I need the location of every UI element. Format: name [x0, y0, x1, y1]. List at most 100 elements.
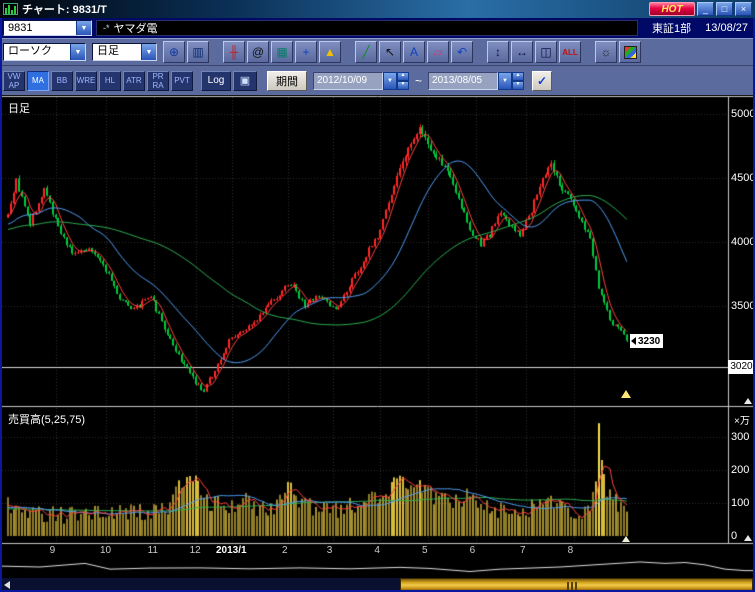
date-to-value: 2013/08/05 [428, 72, 498, 90]
panel-label: 日足 [8, 100, 30, 116]
scroll-left-icon[interactable] [4, 581, 10, 589]
month-axis-tick: 2013/1 [216, 545, 247, 556]
indicator-bar: VW APMABBWREHLATRPR RAPVT Log ▣ 期間 2012/… [0, 66, 755, 95]
timeframe-value: 日足 [93, 44, 141, 60]
hot-button[interactable]: HOT [649, 2, 695, 16]
pra-button[interactable]: PR RA [147, 71, 169, 91]
palette-icon[interactable] [619, 41, 641, 63]
compare-icon[interactable]: ╫ [223, 41, 245, 63]
chevron-down-icon[interactable]: ▼ [383, 72, 397, 90]
market-label: 東証1部 [652, 20, 691, 36]
alert-icon[interactable]: ▲ [319, 41, 341, 63]
snapshot-icon[interactable]: ▣ [233, 71, 257, 91]
volume-axis-tick: 0 [731, 530, 737, 542]
timeframe-combo[interactable]: 日足 ▼ [92, 43, 157, 61]
ticker-combo[interactable]: 9831 ▼ [3, 20, 92, 36]
date-to-spinner[interactable]: ▲▼ [512, 72, 524, 90]
ticker-value: 9831 [4, 21, 76, 35]
vwap-button[interactable]: VW AP [3, 71, 25, 91]
log-button[interactable]: Log [201, 71, 231, 91]
quote-bar: 9831 ▼ -* ヤマダ電 東証1部 13/08/27 [0, 18, 755, 38]
window-title: チャート: 9831/T [22, 1, 107, 17]
hline-value-label: 3020 [728, 360, 755, 374]
last-price-value: 3230 [638, 336, 660, 347]
month-axis-tick: 8 [568, 545, 574, 556]
volume-axis-tick: 200 [731, 464, 749, 476]
bb-button[interactable]: BB [51, 71, 73, 91]
zoom-icon[interactable]: ⊕ [163, 41, 185, 63]
volume-label: 売買高(5,25,75) [8, 411, 85, 427]
titlebar: チャート: 9831/T HOT _ □ × [0, 0, 755, 18]
month-axis-tick: 2 [282, 545, 288, 556]
app-icon [3, 3, 18, 15]
range-tilde: ~ [415, 74, 422, 88]
month-axis-tick: 5 [422, 545, 428, 556]
stock-name-strip: -* ヤマダ電 [96, 20, 638, 36]
text-tool-icon[interactable]: A [403, 41, 425, 63]
month-axis-tick: 4 [374, 545, 380, 556]
month-axis-tick: 9 [50, 545, 56, 556]
price-axis-tick: 5000 [731, 108, 755, 120]
month-axis-tick: 11 [148, 545, 158, 556]
last-price-marker: 3230 [630, 334, 663, 348]
name-prefix: -* [103, 23, 110, 33]
toolbar: ローソク ▼ 日足 ▼ ⊕▥ ╫@▦+▲ ╱↖A▱↶ ↕↔◫ALL ☼ [0, 38, 755, 66]
chevron-down-icon[interactable]: ▼ [141, 44, 156, 60]
all-button[interactable]: ALL [559, 41, 581, 63]
chart-window: チャート: 9831/T HOT _ □ × 9831 ▼ -* ヤマダ電 東証… [0, 0, 755, 592]
date-from-field[interactable]: 2012/10/09 ▼ ▲▼ [313, 72, 409, 90]
date-to-field[interactable]: 2013/08/05 ▼ ▲▼ [428, 72, 524, 90]
minimize-button[interactable]: _ [697, 2, 714, 16]
axis-scroll-up-icon[interactable] [744, 535, 752, 541]
ma-button[interactable]: MA [27, 71, 49, 91]
chart-area: 日足 売買高(5,25,75) ×万 3230 3020 5000 4500 400… [0, 95, 755, 592]
month-axis-tick: 10 [100, 545, 111, 556]
marker-arrow-icon [631, 337, 636, 345]
news-icon[interactable]: @ [247, 41, 269, 63]
chevron-down-icon[interactable]: ▼ [76, 21, 91, 35]
month-axis-tick: 6 [470, 545, 476, 556]
pointer-icon[interactable]: ↖ [379, 41, 401, 63]
scrollbar-grip-icon[interactable] [567, 582, 577, 590]
current-bar-marker-icon [622, 536, 630, 542]
pvt-button[interactable]: PVT [171, 71, 193, 91]
volume-axis-tick: 100 [731, 497, 749, 509]
draw-line-icon[interactable]: ╱ [355, 41, 377, 63]
wre-button[interactable]: WRE [75, 71, 97, 91]
price-axis-tick: 4500 [731, 172, 755, 184]
palette-swatch-icon [624, 46, 637, 59]
window-frame [0, 18, 2, 592]
undo-icon[interactable]: ↶ [451, 41, 473, 63]
axis-scroll-up-icon[interactable] [744, 398, 752, 404]
date-from-spinner[interactable]: ▲▼ [397, 72, 409, 90]
eraser-icon[interactable]: ▱ [427, 41, 449, 63]
hl-button[interactable]: HL [99, 71, 121, 91]
restore-button[interactable]: □ [716, 2, 733, 16]
settings-icon[interactable]: ☼ [595, 41, 617, 63]
chevron-down-icon[interactable]: ▼ [498, 72, 512, 90]
add-chart-icon[interactable]: + [295, 41, 317, 63]
chevron-down-icon[interactable]: ▼ [70, 44, 85, 60]
month-axis-tick: 3 [327, 545, 333, 556]
fit-vertical-icon[interactable]: ↕ [487, 41, 509, 63]
volume-unit-label: ×万 [734, 412, 750, 427]
close-button[interactable]: × [735, 2, 752, 16]
date-from-value: 2012/10/09 [313, 72, 383, 90]
quote-date: 13/08/27 [705, 22, 748, 34]
period-button[interactable]: 期間 [267, 71, 307, 91]
panes-icon[interactable]: ◫ [535, 41, 557, 63]
price-axis-tick: 3500 [731, 300, 755, 312]
chart-type-combo[interactable]: ローソク ▼ [3, 43, 86, 61]
current-bar-marker-icon [621, 390, 631, 398]
chart-type-value: ローソク [4, 44, 70, 60]
grid-icon[interactable]: ▦ [271, 41, 293, 63]
month-axis-tick: 12 [190, 545, 201, 556]
month-axis-tick: 7 [520, 545, 526, 556]
volume-axis-tick: 300 [731, 431, 749, 443]
fit-horizontal-icon[interactable]: ↔ [511, 41, 533, 63]
log-scale-icon[interactable]: ▥ [187, 41, 209, 63]
stock-name: ヤマダ電 [114, 20, 158, 36]
atr-button[interactable]: ATR [123, 71, 145, 91]
apply-checkbox[interactable]: ✓ [532, 71, 552, 91]
price-axis-tick: 4000 [731, 236, 755, 248]
